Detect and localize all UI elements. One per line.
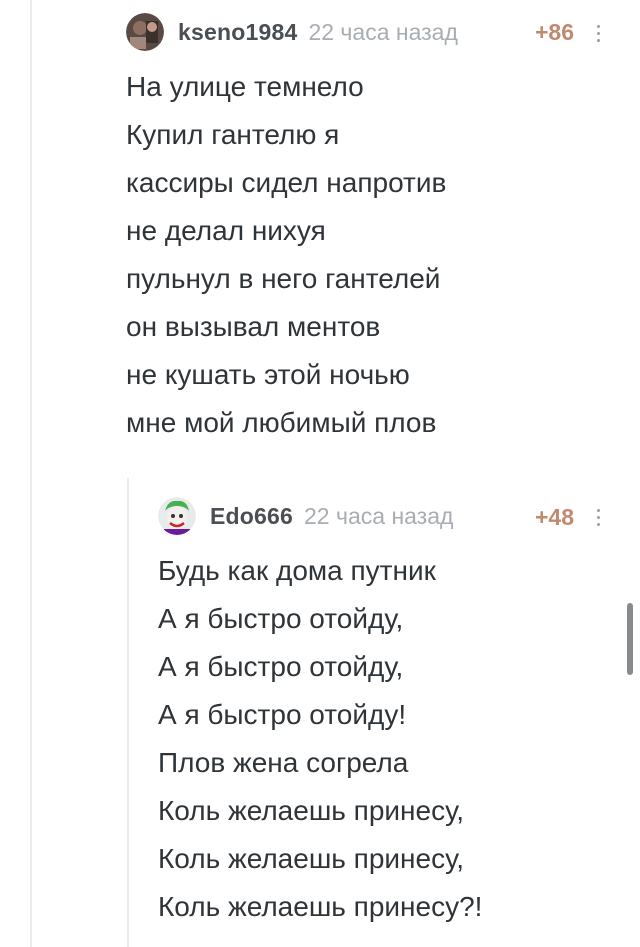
comment-timestamp[interactable]: 22 часа назад bbox=[308, 19, 457, 46]
comment-line: Коль желаешь принесу, bbox=[158, 843, 465, 874]
scrollbar-thumb[interactable] bbox=[627, 603, 633, 675]
comment-line: он вызывал ментов bbox=[126, 311, 381, 342]
comment-body: Будь как дома путник А я быстро отойду, … bbox=[158, 547, 482, 931]
username-link[interactable]: kseno1984 bbox=[178, 19, 297, 46]
username-link[interactable]: Edo666 bbox=[210, 503, 293, 530]
comment-line: А я быстро отойду! bbox=[158, 699, 407, 730]
user-avatar[interactable] bbox=[126, 13, 164, 51]
comment-line: Коль желаешь принесу, bbox=[158, 795, 465, 826]
comment-line: не делал нихуя bbox=[126, 215, 326, 246]
comment-rating[interactable]: +48 bbox=[535, 504, 574, 531]
comment-line: На улице темнело bbox=[126, 71, 364, 102]
comment-line: Купил гантелю я bbox=[126, 119, 340, 150]
thread-line-outer bbox=[30, 0, 32, 947]
comment-line: Коль желаешь принесу?! bbox=[158, 891, 483, 922]
comment-line: А я быстро отойду, bbox=[158, 651, 404, 682]
user-avatar[interactable] bbox=[158, 497, 196, 535]
thread-line-inner bbox=[127, 478, 129, 947]
user-avatar-photo-icon bbox=[126, 13, 164, 51]
comment-header: kseno1984 22 часа назад bbox=[126, 13, 458, 51]
comment-line: Будь как дома путник bbox=[158, 555, 436, 586]
joker-avatar-icon bbox=[158, 497, 196, 535]
comment-line: мне мой любимый плов bbox=[126, 407, 437, 438]
comment-rating[interactable]: +86 bbox=[535, 19, 574, 46]
comment-line: Плов жена согрела bbox=[158, 747, 409, 778]
comment-body: На улице темнело Купил гантелю я кассиры… bbox=[126, 63, 446, 447]
comment-menu-dots-icon[interactable] bbox=[597, 509, 600, 526]
comment-header: Edo666 22 часа назад bbox=[158, 497, 453, 535]
comment-menu-dots-icon[interactable] bbox=[597, 25, 600, 42]
comment-line: не кушать этой ночью bbox=[126, 359, 410, 390]
comment-line: кассиры сидел напротив bbox=[126, 167, 447, 198]
comment-line: А я быстро отойду, bbox=[158, 603, 404, 634]
comment-timestamp[interactable]: 22 часа назад bbox=[304, 503, 453, 530]
comment-line: пульнул в него гантелей bbox=[126, 263, 441, 294]
